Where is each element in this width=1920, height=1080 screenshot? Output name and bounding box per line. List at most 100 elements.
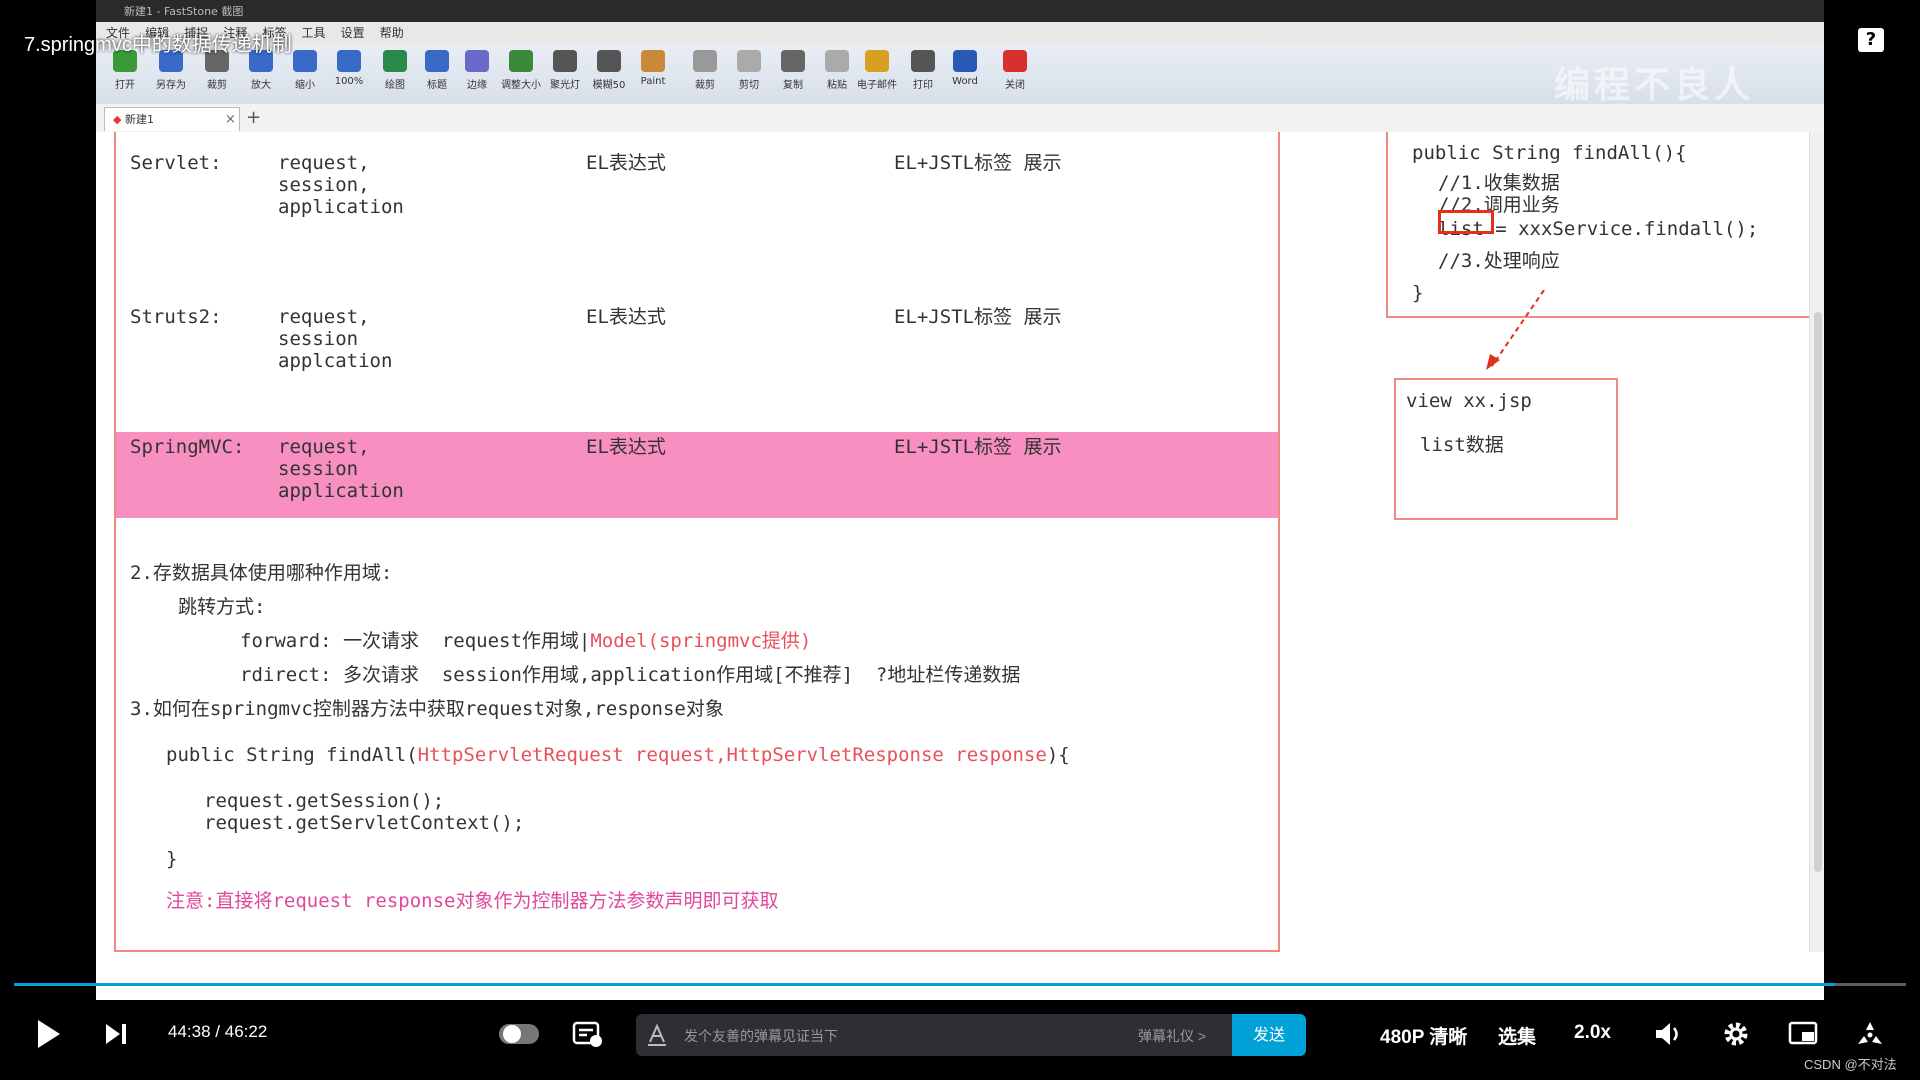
toolbar-icon	[781, 50, 805, 72]
row-struts2-label: Struts2:	[130, 306, 222, 328]
menu-help[interactable]: 帮助	[380, 22, 404, 44]
toolbar-icon	[337, 50, 361, 72]
progress-bar[interactable]	[14, 983, 1906, 986]
toolbar-label: 裁剪	[207, 80, 227, 91]
toolbar-button-13[interactable]: 裁剪	[682, 50, 728, 91]
right-signature: public String findAll(){	[1412, 142, 1687, 164]
toolbar-label: 关闭	[1005, 80, 1025, 91]
toolbar-icon	[693, 50, 717, 72]
tab-new1[interactable]: ◆ 新建1 ×	[104, 107, 240, 131]
section3-title: 3.如何在springmvc控制器方法中获取request对象,response…	[130, 698, 724, 720]
csdn-credit: CSDN @不对法	[1804, 1057, 1897, 1072]
toolbar-label: 打开	[115, 80, 135, 91]
toolbar-icon	[1003, 50, 1027, 72]
toolbar-button-8[interactable]: 边缘	[454, 50, 500, 91]
right-end-brace: }	[1412, 282, 1424, 304]
toolbar-label: 绘图	[385, 80, 405, 91]
toolbar-label: 复制	[783, 80, 803, 91]
toolbar-label: 打印	[913, 80, 933, 91]
toolbar-label: 裁剪	[695, 80, 715, 91]
toolbar-button-12[interactable]: Paint	[630, 50, 676, 87]
toolbar-button-9[interactable]: 调整大小	[498, 50, 544, 91]
menu-settings[interactable]: 设置	[341, 22, 365, 44]
row-struts2-tag: EL+JSTL标签 展示	[894, 306, 1062, 328]
progress-fill	[14, 983, 1836, 986]
app-tab-row: ◆ 新建1 × +	[96, 104, 1824, 133]
toolbar-button-5[interactable]: 100%	[326, 50, 372, 87]
forward-line: forward: 一次请求 request作用域|Model(springmvc…	[240, 630, 811, 652]
picture-in-picture-icon[interactable]	[1788, 1020, 1820, 1048]
toolbar-label: 缩小	[295, 80, 315, 91]
toolbar-icon	[553, 50, 577, 72]
settings-gear-icon[interactable]	[1722, 1020, 1750, 1048]
toolbar-button-10[interactable]: 聚光灯	[542, 50, 588, 91]
scroll-thumb[interactable]	[1814, 312, 1822, 872]
toolbar-button-14[interactable]: 剪切	[726, 50, 772, 91]
jump-label: 跳转方式:	[178, 596, 266, 618]
play-icon[interactable]	[34, 1018, 62, 1050]
episodes-button[interactable]: 选集	[1498, 1022, 1536, 1049]
toolbar-button-18[interactable]: 打印	[900, 50, 946, 91]
note-text: 注意:直接将request response对象作为控制器方法参数声明即可获取	[166, 890, 779, 912]
toolbar-label: Paint	[640, 76, 666, 87]
toolbar-label: 电子邮件	[857, 80, 897, 91]
speed-selector[interactable]: 2.0x	[1574, 1022, 1611, 1044]
row-servlet-tag: EL+JSTL标签 展示	[894, 152, 1062, 174]
toolbar-label: 100%	[334, 76, 364, 87]
toolbar-button-17[interactable]: 电子邮件	[854, 50, 900, 91]
next-icon[interactable]	[104, 1022, 130, 1046]
code-get-context: request.getServletContext();	[204, 812, 525, 834]
menu-tools[interactable]: 工具	[302, 22, 326, 44]
toolbar-icon	[509, 50, 533, 72]
list-highlight-box	[1438, 210, 1494, 234]
help-icon[interactable]: ?	[1858, 28, 1884, 52]
slide-scrollbar[interactable]	[1809, 132, 1824, 952]
redirect-line: rdirect: 多次请求 session作用域,application作用域[…	[240, 664, 1021, 686]
danmaku-etiquette-link[interactable]: 弹幕礼仪 >	[1138, 1026, 1206, 1046]
toolbar-label: 剪切	[739, 80, 759, 91]
toolbar-icon	[911, 50, 935, 72]
arrow-icon	[1486, 290, 1545, 370]
channel-watermark: 编程不良人	[1553, 65, 1754, 106]
toolbar-button-20[interactable]: 关闭	[992, 50, 1038, 91]
quality-selector[interactable]: 480P 清晰	[1380, 1022, 1467, 1049]
app-menubar: 文件 编辑 捕捉 注释 标签 工具 设置 帮助	[96, 22, 1824, 45]
forward-text: forward: 一次请求 request作用域|	[240, 630, 591, 652]
danmaku-settings-icon[interactable]	[572, 1020, 604, 1048]
toolbar-icon	[383, 50, 407, 72]
current-time: 44:38	[168, 1022, 211, 1041]
tab-label: 新建1	[124, 113, 154, 126]
toolbar-button-6[interactable]: 绘图	[372, 50, 418, 91]
video-frame[interactable]: 新建1 - FastStone 截图 文件 编辑 捕捉 注释 标签 工具 设置 …	[96, 0, 1824, 1000]
toolbar-icon	[425, 50, 449, 72]
danmaku-input-box[interactable]: 发个友善的弹幕见证当下 弹幕礼仪 >	[636, 1014, 1306, 1056]
toolbar-icon	[737, 50, 761, 72]
toolbar-label: 调整大小	[501, 80, 541, 91]
fullscreen-icon[interactable]	[1854, 1018, 1886, 1048]
row-servlet-label: Servlet:	[130, 152, 222, 174]
row-servlet-scopes: request, session, application	[278, 152, 404, 218]
toolbar-icon	[293, 50, 317, 72]
toolbar-button-11[interactable]: 模糊50	[586, 50, 632, 91]
tab-close-icon[interactable]: ×	[225, 108, 236, 132]
volume-icon[interactable]	[1654, 1020, 1684, 1048]
danmaku-toggle-icon[interactable]	[498, 1022, 540, 1046]
danmaku-placeholder: 发个友善的弹幕见证当下	[684, 1028, 838, 1044]
toolbar-label: 另存为	[156, 80, 186, 91]
toolbar-icon	[865, 50, 889, 72]
toolbar-button-19[interactable]: Word	[942, 50, 988, 87]
add-tab-icon[interactable]: +	[246, 107, 261, 128]
row-struts2-expr: EL表达式	[586, 306, 666, 328]
right-comment3: //3.处理响应	[1438, 250, 1560, 272]
row-springmvc-label: SpringMVC:	[130, 436, 245, 458]
app-window-title: 新建1 - FastStone 截图	[124, 5, 244, 18]
row-springmvc-expr: EL表达式	[586, 436, 666, 458]
text-style-icon[interactable]	[646, 1024, 668, 1046]
toolbar-icon	[465, 50, 489, 72]
toolbar-button-15[interactable]: 复制	[770, 50, 816, 91]
send-button[interactable]: 发送	[1232, 1014, 1306, 1056]
toolbar-icon	[641, 50, 665, 72]
forward-model: Model(springmvc提供)	[590, 630, 812, 652]
toolbar-label: 放大	[251, 80, 271, 91]
time-display: 44:38 / 46:22	[168, 1022, 267, 1042]
